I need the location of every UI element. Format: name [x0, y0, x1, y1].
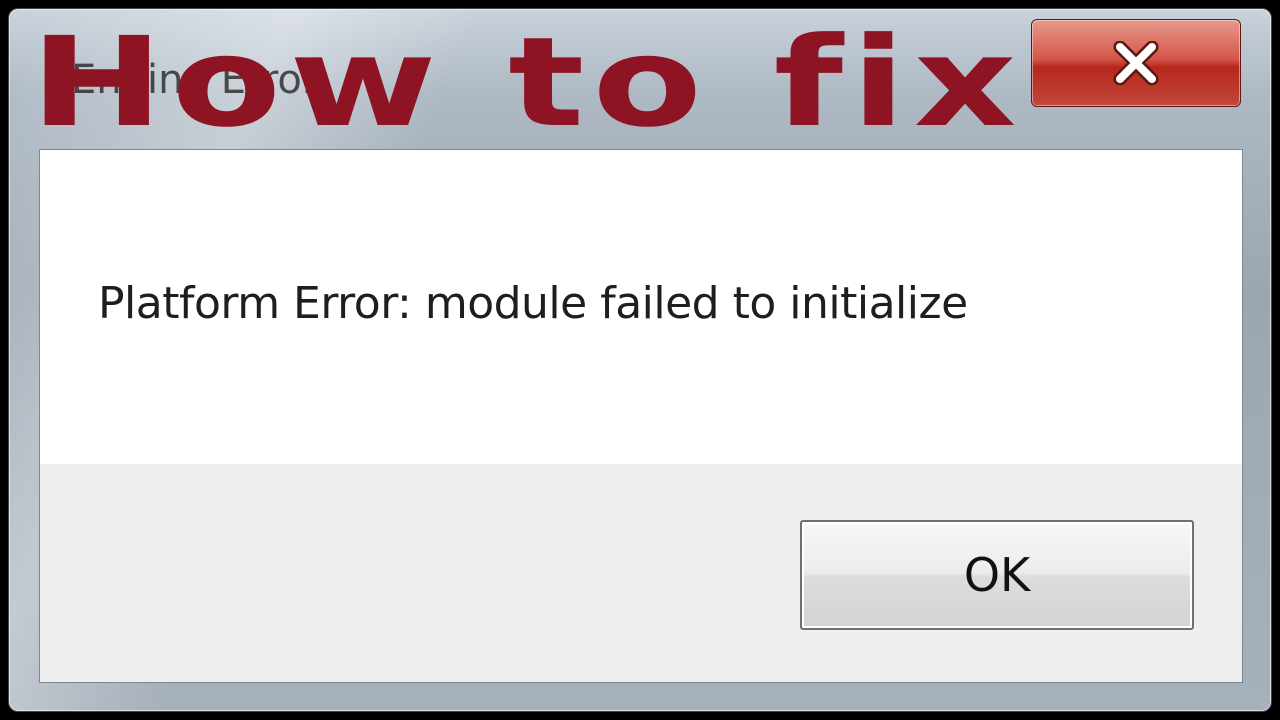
button-panel: OK	[40, 464, 1242, 682]
close-icon	[1113, 41, 1159, 85]
screenshot: Engine Error Platform Error: module fail…	[0, 0, 1280, 720]
close-button[interactable]	[1031, 19, 1241, 107]
error-message: Platform Error: module failed to initial…	[98, 278, 968, 329]
dialog-content: Platform Error: module failed to initial…	[39, 149, 1243, 683]
ok-button[interactable]: OK	[800, 520, 1194, 630]
overlay-heading: How to fix	[30, 11, 1025, 155]
